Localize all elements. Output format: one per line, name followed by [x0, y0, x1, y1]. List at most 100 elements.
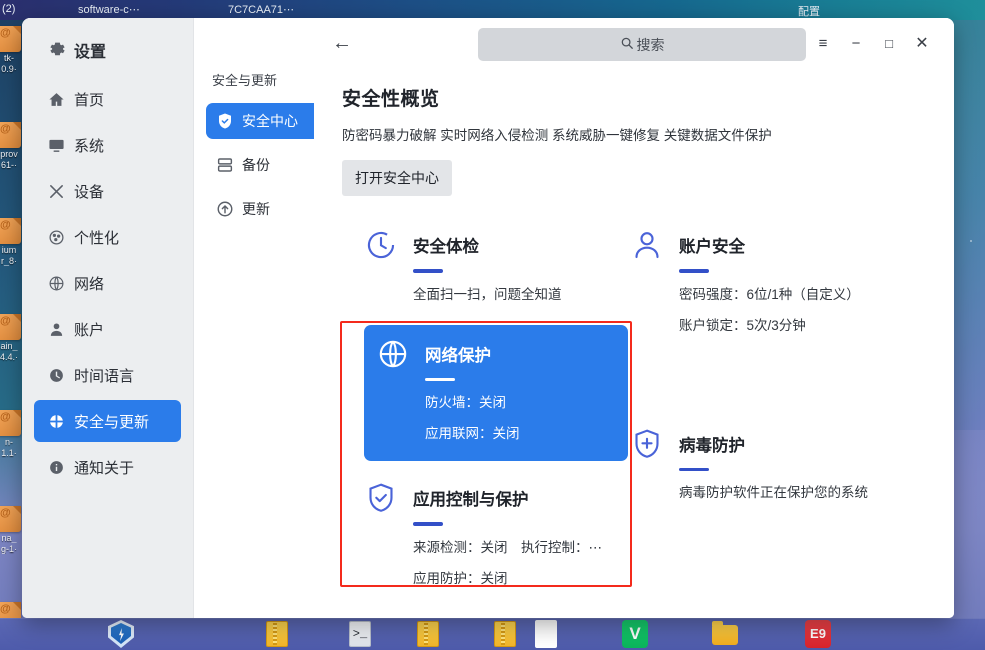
card-security-check[interactable]: 安全体检 全面扫一扫，问题全知道 — [364, 220, 640, 303]
terminal-icon: >_ — [349, 621, 371, 647]
taskbar-item-document-app[interactable] — [531, 619, 561, 649]
archive-icon — [266, 621, 288, 647]
card-lines: 全面扫一扫，问题全知道 — [413, 283, 640, 303]
palette-icon — [48, 229, 74, 246]
card-virus-protection[interactable]: 病毒防护 病毒防护软件正在保护您的系统 — [630, 419, 906, 502]
scan-clock-icon — [364, 228, 398, 262]
globe-outline-icon — [376, 337, 410, 371]
subnav-item-label: 备份 — [242, 157, 270, 173]
card-line: 密码强度：6位/1种（自定义） — [679, 286, 860, 302]
back-button[interactable]: ← — [328, 30, 356, 58]
taskbar-item-terminal[interactable]: >_ — [345, 619, 375, 649]
archive-icon — [494, 621, 516, 647]
sidebar-item-devices[interactable]: 设备 — [34, 170, 181, 212]
sidebar-item-personalization[interactable]: 个性化 — [34, 216, 181, 258]
backup-icon — [216, 156, 242, 174]
subnav-item-label: 安全中心 — [242, 113, 298, 129]
minimize-button[interactable]: − — [843, 32, 869, 56]
subnav-item-label: 更新 — [242, 201, 270, 217]
taskbar-item-archive-3[interactable] — [490, 619, 520, 649]
sidebar-item-label: 个性化 — [74, 229, 120, 247]
taskbar-item-green-app[interactable]: V — [620, 619, 650, 649]
globe-icon — [48, 275, 74, 292]
document-icon — [535, 620, 557, 648]
card-title: 网络保护 — [425, 346, 491, 365]
sidebar-item-label: 时间语言 — [74, 367, 135, 385]
secondary-nav-group-label: 安全与更新 — [212, 73, 278, 88]
shield-plus-icon — [630, 427, 664, 461]
sidebar-item-security-update[interactable]: 安全与更新 — [34, 400, 181, 442]
card-line: 防火墙：关闭 — [425, 395, 506, 410]
update-arrow-icon — [216, 200, 242, 218]
card-title: 病毒防护 — [679, 436, 745, 455]
app-title-label: 设置 — [74, 44, 107, 61]
card-account-security[interactable]: 账户安全 密码强度：6位/1种（自定义） 账户锁定：5次/3分钟 — [630, 220, 906, 334]
app-title-row: 设置 — [34, 30, 181, 70]
sidebar-item-label: 通知关于 — [74, 459, 135, 477]
gear-icon — [48, 41, 74, 60]
card-lines: 病毒防护软件正在保护您的系统 — [679, 481, 906, 501]
top-strip-item-software[interactable]: software-c⋯ — [78, 3, 140, 16]
card-lines: 来源检测：关闭 执行控制：⋯ 应用防护：关闭 — [413, 536, 640, 587]
sidebar-item-label: 安全与更新 — [74, 413, 150, 431]
maximize-button[interactable]: □ — [876, 32, 902, 56]
sidebar-item-label: 首页 — [74, 91, 105, 109]
sidebar: 设置 首页 系统 设备 个性化 网络 账户 时间语言 安全与更新 通知关于 — [22, 18, 194, 618]
hamburger-menu-icon[interactable]: ≡ — [810, 32, 836, 56]
taskbar-item-file-manager[interactable] — [710, 619, 740, 649]
search-input[interactable]: 搜索 — [478, 28, 806, 61]
sidebar-item-network[interactable]: 网络 — [34, 262, 181, 304]
card-line: 应用防护：关闭 — [413, 570, 508, 586]
monitor-icon — [48, 137, 74, 154]
green-app-icon: V — [622, 620, 648, 648]
sidebar-item-label: 系统 — [74, 137, 105, 155]
file-icon — [0, 26, 21, 52]
taskbar-item-red-app[interactable]: E9 — [803, 619, 833, 649]
file-icon — [0, 122, 21, 148]
taskbar-item-archive-1[interactable] — [262, 619, 292, 649]
sidebar-item-account[interactable]: 账户 — [34, 308, 181, 350]
archive-icon — [417, 621, 439, 647]
page-subtitle: 防密码暴力破解 实时网络入侵检测 系统威胁一键修复 关键数据文件保护 — [342, 128, 772, 143]
close-button[interactable]: ✕ — [909, 32, 935, 56]
sidebar-item-notification-about[interactable]: 通知关于 — [34, 446, 181, 488]
card-line: 来源检测：关闭 执行控制：⋯ — [413, 539, 602, 555]
security-icon — [48, 413, 74, 430]
card-app-control[interactable]: 应用控制与保护 来源检测：关闭 执行控制：⋯ 应用防护：关闭 — [364, 473, 640, 587]
user-outline-icon — [630, 228, 664, 262]
card-network-protection[interactable]: 网络保护 防火墙：关闭 应用联网：关闭 — [364, 324, 628, 461]
sidebar-item-label: 网络 — [74, 275, 105, 293]
file-icon — [0, 314, 21, 340]
sidebar-item-home[interactable]: 首页 — [34, 78, 181, 120]
card-rule — [413, 269, 443, 273]
secondary-nav: 安全与更新 安全中心 备份 更新 — [194, 18, 348, 618]
card-rule — [413, 522, 443, 526]
search-placeholder: 搜索 — [636, 36, 665, 53]
window-titlebar: ← 搜索 ≡ − □ ✕ — [314, 18, 954, 70]
card-line: 病毒防护软件正在保护您的系统 — [679, 485, 868, 500]
sidebar-item-label: 账户 — [74, 321, 105, 339]
folder-icon — [712, 621, 738, 645]
taskbar: >_ V E9 — [0, 618, 985, 650]
sidebar-item-system[interactable]: 系统 — [34, 124, 181, 166]
taskbar-item-security-shield[interactable] — [106, 619, 136, 649]
open-security-center-button[interactable]: 打开安全中心 — [342, 160, 452, 196]
devices-icon — [48, 183, 74, 200]
sidebar-item-time-language[interactable]: 时间语言 — [34, 354, 181, 396]
top-strip-item-hash[interactable]: 7C7CAA71⋯ — [228, 3, 294, 16]
card-rule — [425, 377, 455, 381]
main-pane: ← 搜索 ≡ − □ ✕ 安全性概览 防密码暴力破解 实时网络入侵检测 系统威胁… — [314, 18, 954, 618]
info-icon — [48, 459, 74, 476]
page-title: 安全性概览 — [342, 89, 440, 110]
cards-right-column: 账户安全 密码强度：6位/1种（自定义） 账户锁定：5次/3分钟 病毒防护 病毒… — [630, 220, 906, 523]
content-area: 安全性概览 防密码暴力破解 实时网络入侵检测 系统威胁一键修复 关键数据文件保护… — [314, 70, 954, 618]
card-lines: 防火墙：关闭 应用联网：关闭 — [425, 391, 628, 442]
top-strip-badge: (2) — [2, 3, 16, 15]
card-title: 安全体检 — [413, 238, 479, 256]
home-icon — [48, 91, 74, 108]
card-lines: 密码强度：6位/1种（自定义） 账户锁定：5次/3分钟 — [679, 283, 906, 334]
card-line: 应用联网：关闭 — [425, 426, 520, 441]
file-icon — [0, 410, 21, 436]
taskbar-item-archive-2[interactable] — [413, 619, 443, 649]
top-strip-config-label[interactable]: 配置 — [798, 3, 820, 19]
